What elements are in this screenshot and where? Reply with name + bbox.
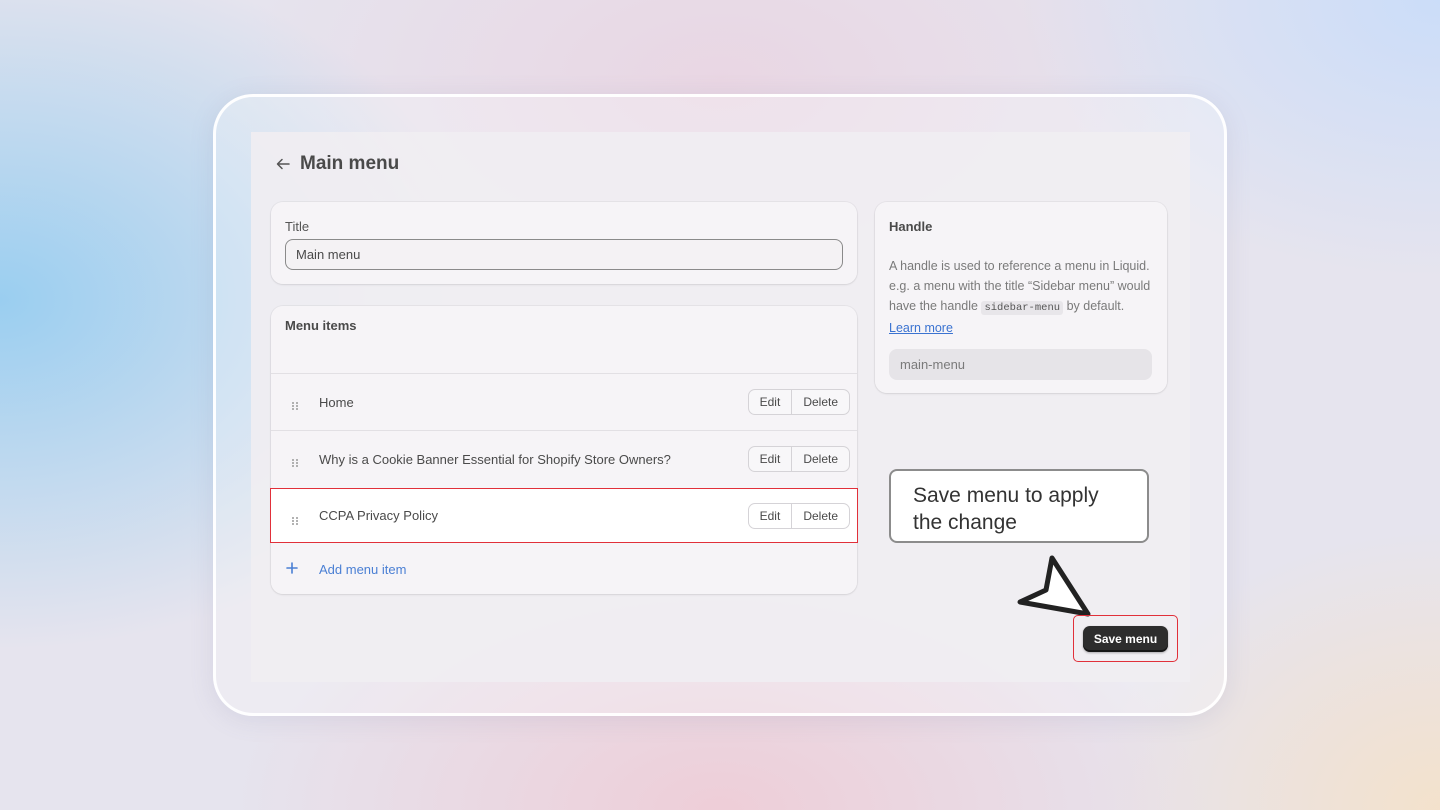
menu-item-label: Home bbox=[319, 394, 354, 410]
handle-card: Handle A handle is used to reference a m… bbox=[875, 202, 1167, 393]
handle-input[interactable] bbox=[889, 349, 1152, 380]
learn-more-link[interactable]: Learn more bbox=[889, 321, 953, 335]
menu-items-card: Menu items Home Edit Delete Why is a Coo… bbox=[271, 306, 857, 594]
save-menu-button[interactable]: Save menu bbox=[1083, 626, 1168, 652]
item-actions: Edit Delete bbox=[747, 389, 850, 415]
add-menu-item-row[interactable]: Add menu item bbox=[271, 552, 857, 588]
item-actions: Edit Delete bbox=[747, 503, 850, 529]
arrow-left-icon[interactable] bbox=[276, 157, 290, 171]
title-card: Title bbox=[271, 202, 857, 284]
menu-item-row-highlighted: CCPA Privacy Policy Edit Delete bbox=[270, 488, 858, 543]
menu-item-row: Home Edit Delete bbox=[271, 373, 857, 430]
instruction-callout: Save menu to apply the change bbox=[889, 469, 1149, 543]
menu-item-label: CCPA Privacy Policy bbox=[319, 508, 438, 523]
handle-description: A handle is used to reference a menu in … bbox=[889, 256, 1155, 338]
edit-button[interactable]: Edit bbox=[749, 447, 792, 471]
handle-heading: Handle bbox=[889, 219, 933, 234]
handle-desc-text-end: by default. bbox=[1066, 299, 1125, 313]
delete-button[interactable]: Delete bbox=[791, 504, 849, 528]
menu-items-heading: Menu items bbox=[285, 318, 357, 333]
title-label: Title bbox=[285, 219, 310, 234]
item-actions: Edit Delete bbox=[747, 446, 850, 472]
drag-handle-icon[interactable] bbox=[291, 513, 299, 525]
cursor-pointer-icon bbox=[1012, 552, 1097, 622]
drag-handle-icon[interactable] bbox=[291, 455, 299, 467]
handle-example-code: sidebar-menu bbox=[981, 301, 1064, 315]
delete-button[interactable]: Delete bbox=[791, 447, 849, 471]
page-header: Main menu bbox=[276, 150, 399, 178]
plus-icon[interactable] bbox=[285, 561, 299, 575]
edit-button[interactable]: Edit bbox=[749, 504, 792, 528]
delete-button[interactable]: Delete bbox=[791, 390, 849, 414]
add-menu-item-link[interactable]: Add menu item bbox=[319, 562, 406, 577]
page-title: Main menu bbox=[300, 153, 400, 174]
drag-handle-icon[interactable] bbox=[291, 398, 299, 410]
menu-item-row: Why is a Cookie Banner Essential for Sho… bbox=[271, 430, 857, 487]
edit-button[interactable]: Edit bbox=[749, 390, 792, 414]
menu-item-label: Why is a Cookie Banner Essential for Sho… bbox=[319, 451, 671, 467]
title-input[interactable] bbox=[285, 239, 843, 270]
